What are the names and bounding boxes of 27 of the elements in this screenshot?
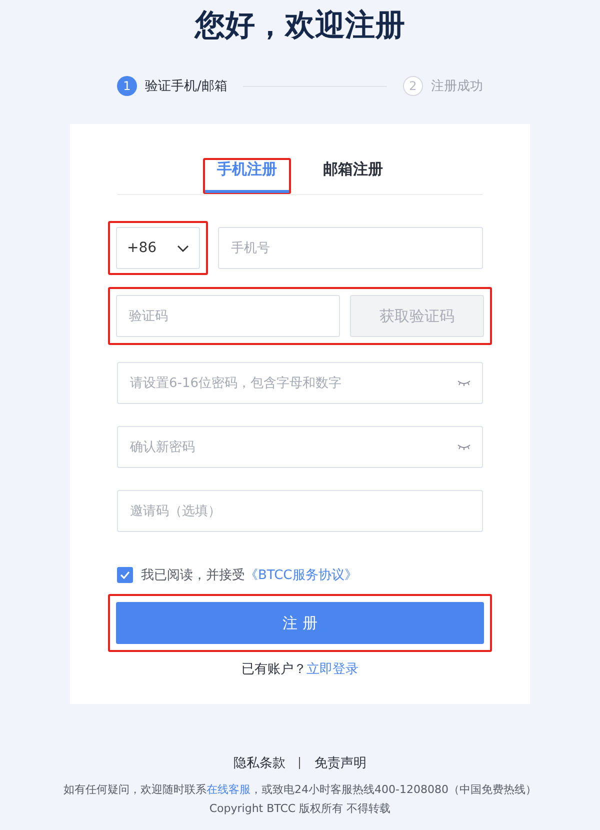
eye-closed-icon[interactable] [457,379,471,387]
step-number: 1 [117,76,137,96]
online-support-link[interactable]: 在线客服 [206,783,251,796]
footer-link[interactable]: 免责声明 [314,754,366,772]
agreement-text: 我已阅读，并接受《BTCC服务协议》 [141,567,358,584]
login-prompt: 已有账户？立即登录 [242,661,358,678]
copyright-text: Copyright BTCC 版权所有 不得转载 [209,801,391,816]
step-label: 注册成功 [431,78,483,95]
text-field[interactable]: 邀请码（选填） [117,490,483,532]
chevron-down-icon [177,244,189,252]
step-number: 2 [403,76,423,96]
step-label: 验证手机/邮箱 [145,78,228,95]
agreement-link[interactable]: 《BTCC服务协议》 [245,568,358,583]
page-title: 您好，欢迎注册 [195,7,405,45]
tab[interactable]: 邮箱注册 [311,160,395,193]
password-field[interactable]: 请设置6-16位密码，包含字母和数字 [117,362,483,404]
eye-closed-icon[interactable] [457,443,471,451]
phone-field[interactable]: 手机号 [218,227,483,269]
tab[interactable]: 手机注册 [205,160,289,193]
contact-text: 如有任何疑问，欢迎随时联系在线客服，或致电24小时客服热线400-1208080（中国免费热线） [64,782,536,797]
password-field[interactable]: 确认新密码 [117,426,483,468]
country-code-select[interactable]: +86 [116,227,200,269]
footer-link[interactable]: 隐私条款 [233,754,286,772]
checkmark-icon [120,571,130,579]
login-link[interactable]: 立即登录 [306,662,358,677]
register-button[interactable]: 注 册 [116,602,484,644]
agree-checkbox[interactable] [117,567,133,583]
